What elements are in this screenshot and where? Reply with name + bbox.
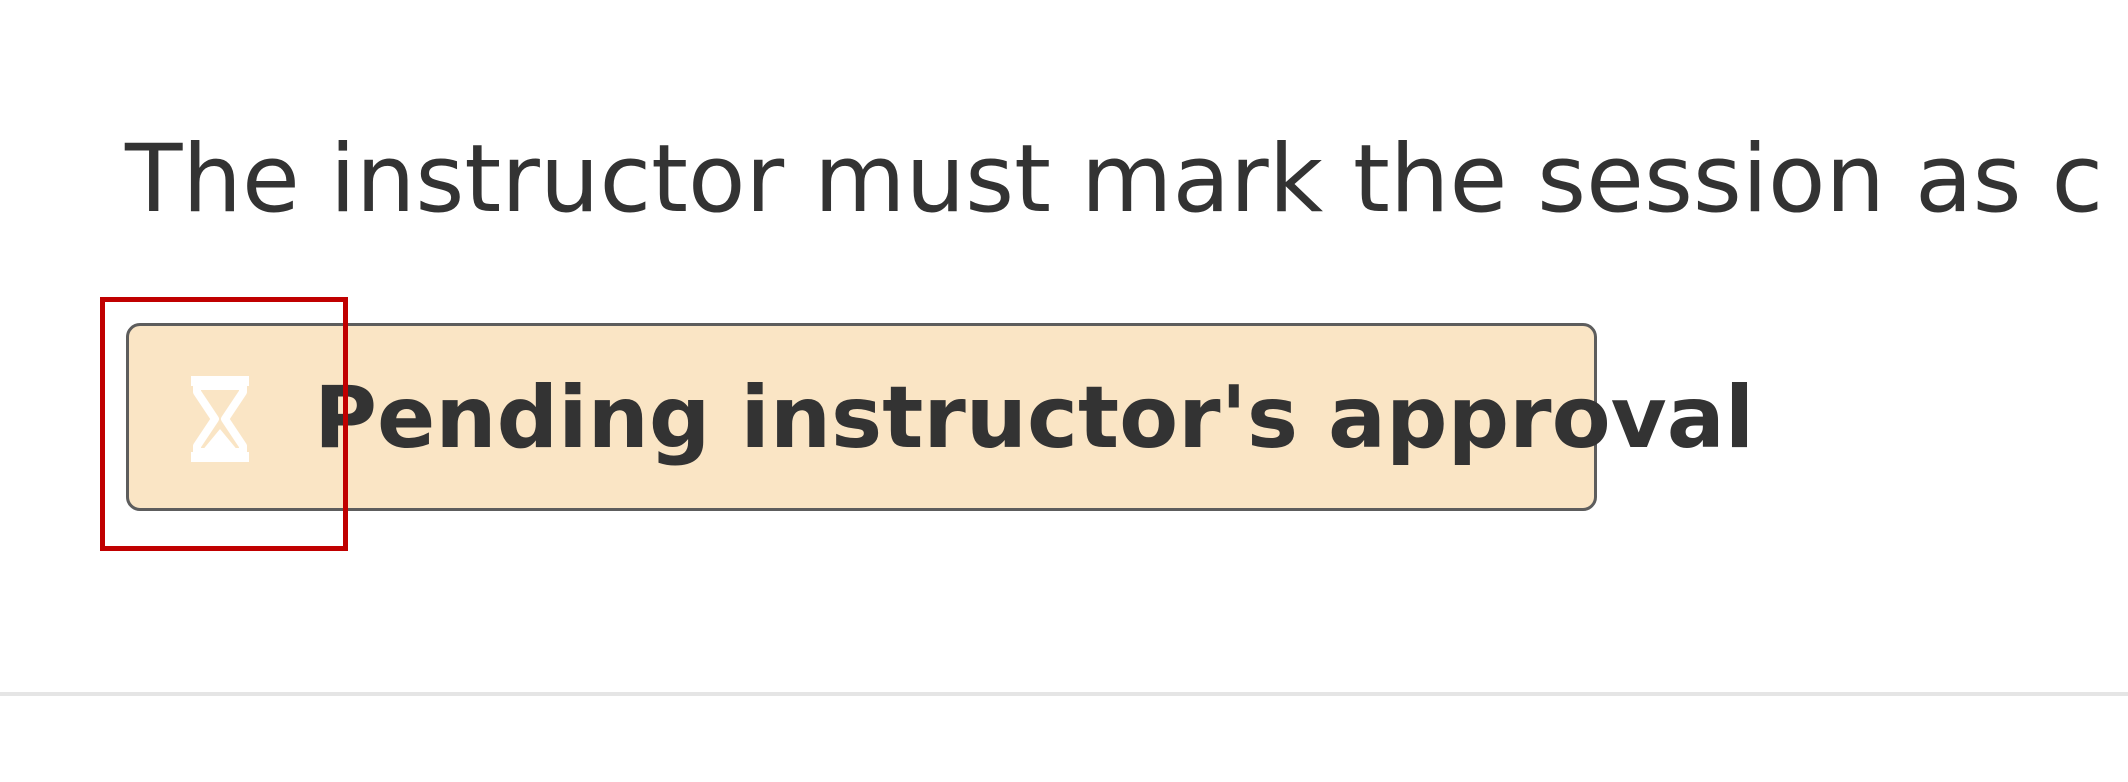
hourglass-icon [187,374,253,464]
page: The instructor must mark the session as … [0,0,2128,782]
section-divider [0,692,2128,696]
status-badge: Pending instructor's approval [126,323,1754,511]
status-label: Pending instructor's approval [314,368,1755,468]
session-instruction-text: The instructor must mark the session as … [125,125,2104,234]
